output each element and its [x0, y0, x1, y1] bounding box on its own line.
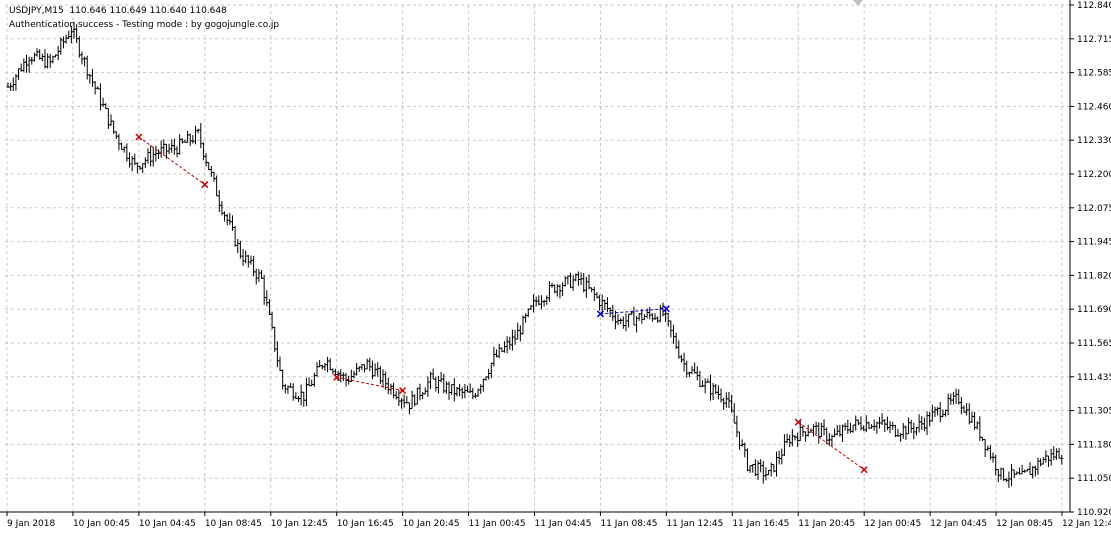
time-tick-label: 10 Jan 08:45 [205, 519, 262, 529]
price-tick-label: 112.585 [1077, 69, 1111, 79]
time-tick-label: 12 Jan 04:45 [930, 519, 987, 529]
price-tick-label: 111.180 [1077, 440, 1111, 450]
price-tick-label: 112.330 [1077, 136, 1111, 146]
price-tick-label: 112.840 [1077, 1, 1111, 11]
price-tick-label: 111.565 [1077, 339, 1111, 349]
time-tick-label: 12 Jan 00:45 [864, 519, 921, 529]
price-tick-label: 111.945 [1077, 238, 1111, 248]
price-tick-label: 111.820 [1077, 271, 1111, 281]
price-tick-label: 110.920 [1077, 508, 1111, 518]
time-tick-label: 10 Jan 04:45 [139, 519, 196, 529]
time-tick-label: 10 Jan 20:45 [403, 519, 460, 529]
ea-status-text: Authentication success - Testing mode : … [9, 20, 280, 30]
time-tick-label: 12 Jan 12:45 [1062, 519, 1111, 529]
price-tick-label: 112.200 [1077, 170, 1111, 180]
time-tick-label: 11 Jan 16:45 [732, 519, 789, 529]
time-tick-label: 10 Jan 12:45 [271, 519, 328, 529]
chart-shift-icon[interactable] [853, 0, 863, 6]
price-tick-label: 112.075 [1077, 204, 1111, 214]
price-tick-label: 111.305 [1077, 407, 1111, 417]
chart-window[interactable]: 112.840 112.715 112.585 112.460 112.330 112.2… [0, 0, 1111, 538]
price-chart[interactable]: 112.840 112.715 112.585 112.460 112.330 112.2… [0, 0, 1111, 538]
price-tick-label: 111.435 [1077, 373, 1111, 383]
time-tick-label: 11 Jan 04:45 [535, 519, 592, 529]
time-tick-label: 12 Jan 08:45 [996, 519, 1053, 529]
time-tick-label: 10 Jan 00:45 [73, 519, 130, 529]
time-tick-label: 11 Jan 08:45 [600, 519, 657, 529]
time-tick-label: 11 Jan 12:45 [666, 519, 723, 529]
price-tick-label: 111.050 [1077, 474, 1111, 484]
time-tick-label: 11 Jan 00:45 [469, 519, 526, 529]
price-tick-label: 112.715 [1077, 35, 1111, 45]
time-tick-label: 9 Jan 2018 [7, 519, 55, 529]
time-tick-label: 11 Jan 20:45 [798, 519, 855, 529]
time-tick-label: 10 Jan 16:45 [337, 519, 394, 529]
symbol-ohlc-readout: USDJPY,M15 110.646 110.649 110.640 110.6… [9, 6, 227, 16]
price-tick-label: 111.690 [1077, 305, 1111, 315]
price-tick-label: 112.460 [1077, 102, 1111, 112]
